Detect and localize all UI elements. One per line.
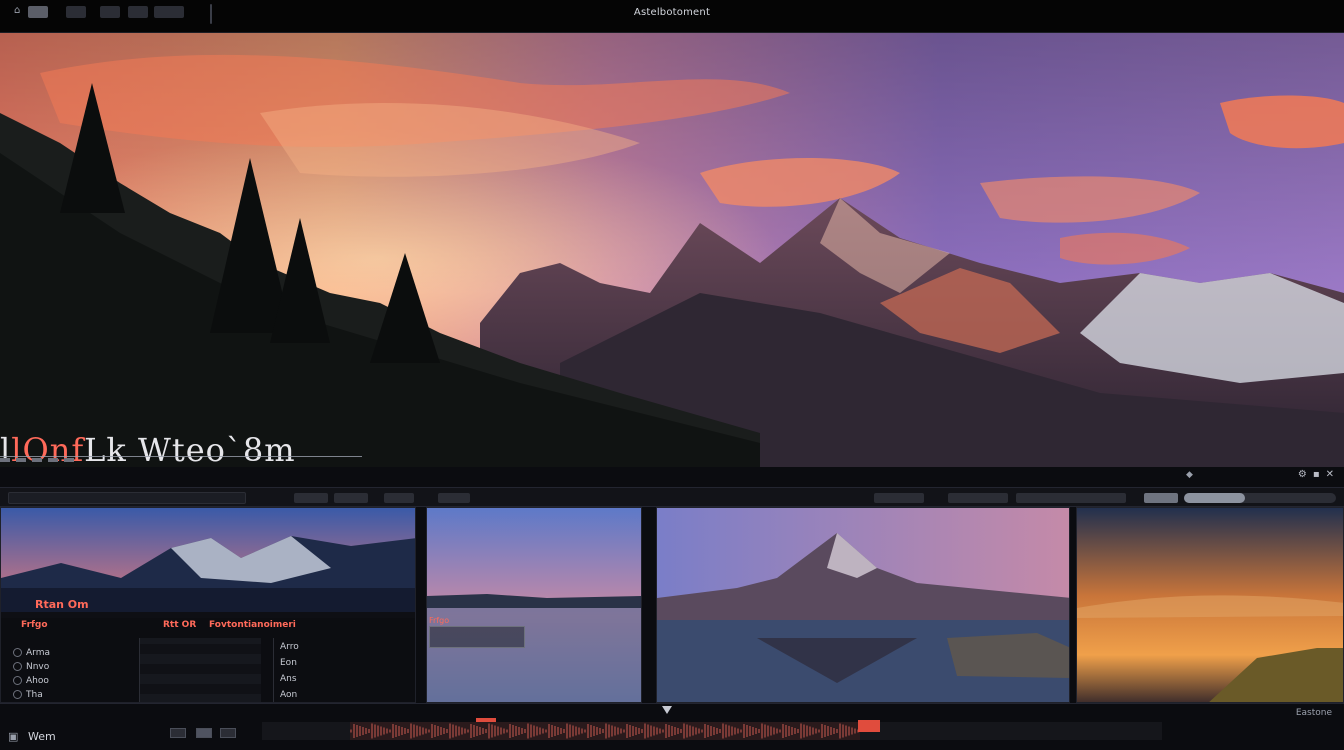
toolbar-tab-3[interactable] xyxy=(384,493,414,503)
film-icon: ▣ xyxy=(8,730,19,743)
metadata-value[interactable]: Aon xyxy=(280,690,297,700)
metadata-value[interactable]: Ans xyxy=(280,674,297,684)
clip-thumbnail-2[interactable]: Frfgo xyxy=(426,507,642,703)
lake-thumbnail xyxy=(427,508,641,702)
preview-viewer[interactable]: llOnfLk Wteo`8m xyxy=(0,33,1344,467)
audio-waveform[interactable] xyxy=(350,722,860,740)
media-search-input[interactable] xyxy=(8,492,246,504)
clip-thumbnail-3[interactable] xyxy=(656,507,1070,703)
clip-info-panel[interactable]: Rtan Om Frfgo Rtt OR Fovtontianoimeri Ar… xyxy=(0,507,416,703)
more-icon[interactable]: ▪ xyxy=(1313,469,1320,480)
toolbar-tab-4[interactable] xyxy=(438,493,470,503)
zoom-slider[interactable] xyxy=(1184,493,1336,503)
clip-title: Rtan Om xyxy=(35,598,89,611)
settings-icon[interactable]: ⚙ xyxy=(1298,469,1307,480)
viewer-right-icons: ⚙ ▪ ✕ xyxy=(1298,469,1334,480)
toolbar-tab-7[interactable] xyxy=(1016,493,1126,503)
clip-marker[interactable] xyxy=(476,718,496,722)
viewer-scrub-line[interactable] xyxy=(0,456,362,457)
toolbar-tab-8[interactable] xyxy=(1144,493,1178,503)
column-header-2[interactable]: Rtt OR xyxy=(163,620,196,630)
timeline-tool[interactable] xyxy=(170,728,186,738)
column-header-3[interactable]: Fovtontianoimeri xyxy=(209,620,296,630)
clip-thumbnail-4[interactable] xyxy=(1076,507,1344,703)
clip-label: Frfgo xyxy=(429,616,450,625)
preview-frame xyxy=(0,33,1344,467)
app-title-bar: ⌂ Astelbotoment xyxy=(0,0,1344,33)
toolbar-tab-2[interactable] xyxy=(334,493,368,503)
selected-clip[interactable] xyxy=(858,720,880,732)
pin-icon[interactable]: ◆ xyxy=(1186,470,1193,480)
toolbar-tab-6[interactable] xyxy=(948,493,1008,503)
playhead-icon[interactable] xyxy=(662,706,672,716)
timeline-tool[interactable] xyxy=(196,728,212,738)
close-icon[interactable]: ✕ xyxy=(1326,469,1334,480)
metadata-values: Arro Eon Ans Aon xyxy=(273,638,413,702)
clip-thumbnail-1[interactable] xyxy=(1,508,416,612)
viewer-scrub-ticks xyxy=(0,458,130,464)
timeline-tool[interactable] xyxy=(220,728,236,738)
metadata-row[interactable]: Ahoo xyxy=(13,676,49,686)
clip-metadata-table: Frfgo Rtt OR Fovtontianoimeri Arma Nnvo … xyxy=(1,618,415,702)
metadata-row[interactable]: Tha xyxy=(13,690,43,700)
media-toolbar xyxy=(0,487,1344,507)
window-title: Astelbotoment xyxy=(633,7,711,18)
timeline[interactable]: ▣ Wem Eastone xyxy=(0,703,1344,750)
toolbar-tab-1[interactable] xyxy=(294,493,328,503)
metadata-row[interactable]: Arma xyxy=(13,648,50,658)
metadata-row[interactable]: Nnvo xyxy=(13,662,49,672)
column-header-1[interactable]: Frfgo xyxy=(21,620,48,630)
metadata-grid[interactable] xyxy=(139,638,261,702)
metadata-value[interactable]: Arro xyxy=(280,642,299,652)
sunset-thumbnail xyxy=(1077,508,1343,702)
timeline-right-label: Eastone xyxy=(1295,708,1332,718)
zoom-slider-fill xyxy=(1184,493,1245,503)
toolbar-tab-5[interactable] xyxy=(874,493,924,503)
clip-info-box[interactable] xyxy=(429,626,525,648)
timeline-track-label: Wem xyxy=(28,730,56,743)
metadata-value[interactable]: Eon xyxy=(280,658,297,668)
mountain-lake-thumbnail xyxy=(657,508,1069,702)
